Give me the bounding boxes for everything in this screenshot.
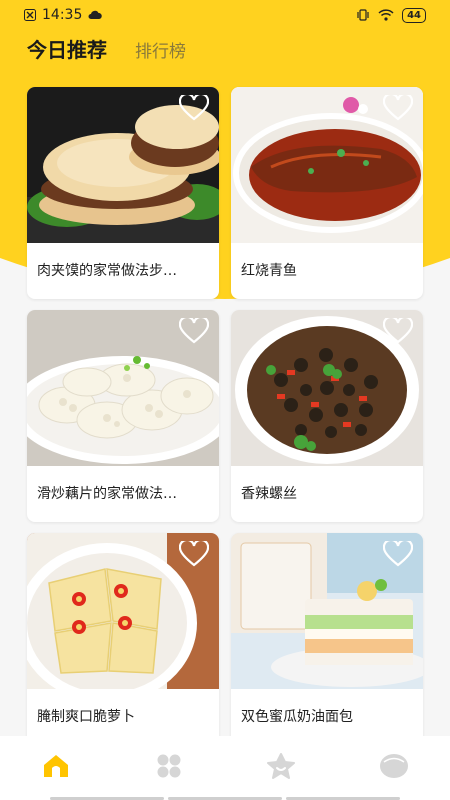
recipe-image-spicy-snails bbox=[231, 310, 423, 466]
status-bar: 14:35 44 bbox=[0, 0, 450, 30]
wifi-icon bbox=[378, 9, 394, 21]
recipe-title: 香辣螺丝 bbox=[241, 486, 297, 502]
favorite-heart-icon[interactable] bbox=[179, 541, 209, 567]
recipe-title: 滑炒藕片的家常做法… bbox=[37, 486, 177, 502]
recipe-card[interactable]: 肉夹馍的家常做法步… bbox=[27, 87, 219, 299]
recipe-image-melon-cream-sandwich bbox=[231, 533, 423, 689]
recipe-title: 红烧青鱼 bbox=[241, 263, 297, 279]
category-grid-icon bbox=[157, 754, 181, 778]
star-icon bbox=[267, 753, 296, 779]
recipe-card[interactable]: 滑炒藕片的家常做法… bbox=[27, 310, 219, 522]
recipe-image-roujiamo bbox=[27, 87, 219, 243]
status-time: 14:35 bbox=[42, 7, 83, 23]
nav-profile[interactable] bbox=[364, 746, 424, 786]
recipe-image-lotus-root bbox=[27, 310, 219, 466]
recipe-card[interactable]: 红烧青鱼 bbox=[231, 87, 423, 299]
vibrate-icon bbox=[356, 9, 370, 21]
cloud-icon bbox=[88, 10, 103, 20]
favorite-heart-icon[interactable] bbox=[179, 318, 209, 344]
bottom-nav bbox=[0, 736, 450, 800]
notification-icon bbox=[24, 9, 36, 21]
tab-today-recommend[interactable]: 今日推荐 bbox=[27, 34, 107, 63]
nav-home[interactable] bbox=[26, 746, 86, 786]
nav-category[interactable] bbox=[139, 746, 199, 786]
home-icon bbox=[44, 755, 69, 777]
recipe-card[interactable]: 腌制爽口脆萝卜 bbox=[27, 533, 219, 745]
favorite-heart-icon[interactable] bbox=[383, 541, 413, 567]
profile-icon bbox=[379, 754, 408, 778]
top-tabs: 今日推荐 排行榜 bbox=[27, 34, 186, 63]
recipe-card[interactable]: 香辣螺丝 bbox=[231, 310, 423, 522]
recipe-image-braised-fish bbox=[231, 87, 423, 243]
favorite-heart-icon[interactable] bbox=[383, 95, 413, 121]
battery-level: 44 bbox=[402, 7, 426, 23]
nav-favorites[interactable] bbox=[251, 746, 311, 786]
favorite-heart-icon[interactable] bbox=[179, 95, 209, 121]
recipe-card[interactable]: 双色蜜瓜奶油面包 bbox=[231, 533, 423, 745]
tab-ranking[interactable]: 排行榜 bbox=[135, 37, 186, 62]
recipe-image-pickled-radish bbox=[27, 533, 219, 689]
recipe-title: 肉夹馍的家常做法步… bbox=[37, 263, 177, 279]
favorite-heart-icon[interactable] bbox=[383, 318, 413, 344]
recipe-grid: 肉夹馍的家常做法步… 红烧青鱼 滑炒藕片的家常做法… 香辣螺丝 腌制爽口脆萝卜 … bbox=[27, 87, 423, 745]
